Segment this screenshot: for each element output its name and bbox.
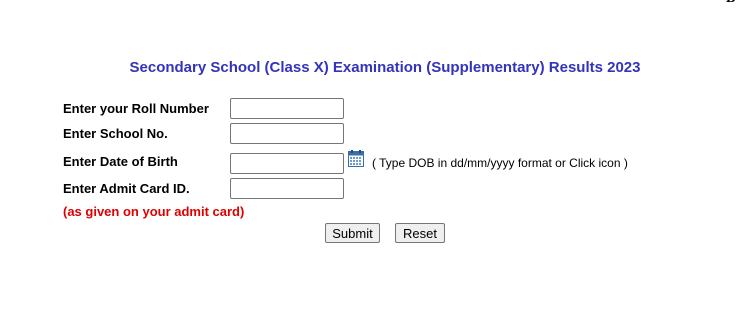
reset-button[interactable]: Reset [395, 223, 445, 243]
corner-mark: B [726, 0, 735, 7]
school-no-input[interactable] [230, 123, 344, 144]
school-no-label: Enter School No. [63, 126, 168, 141]
admit-card-input[interactable] [230, 178, 344, 199]
admit-card-label: Enter Admit Card ID. [63, 181, 190, 196]
dob-input[interactable] [230, 153, 344, 174]
submit-button[interactable]: Submit [325, 223, 380, 243]
dob-format-hint: ( Type DOB in dd/mm/yyyy format or Click… [372, 156, 628, 170]
admit-card-note: (as given on your admit card) [63, 204, 245, 219]
dob-label: Enter Date of Birth [63, 154, 178, 169]
results-page: B Secondary School (Class X) Examination… [0, 0, 738, 317]
page-title: Secondary School (Class X) Examination (… [129, 59, 641, 76]
roll-number-input[interactable] [230, 98, 344, 119]
roll-number-label: Enter your Roll Number [63, 101, 209, 116]
calendar-icon[interactable] [348, 150, 364, 167]
